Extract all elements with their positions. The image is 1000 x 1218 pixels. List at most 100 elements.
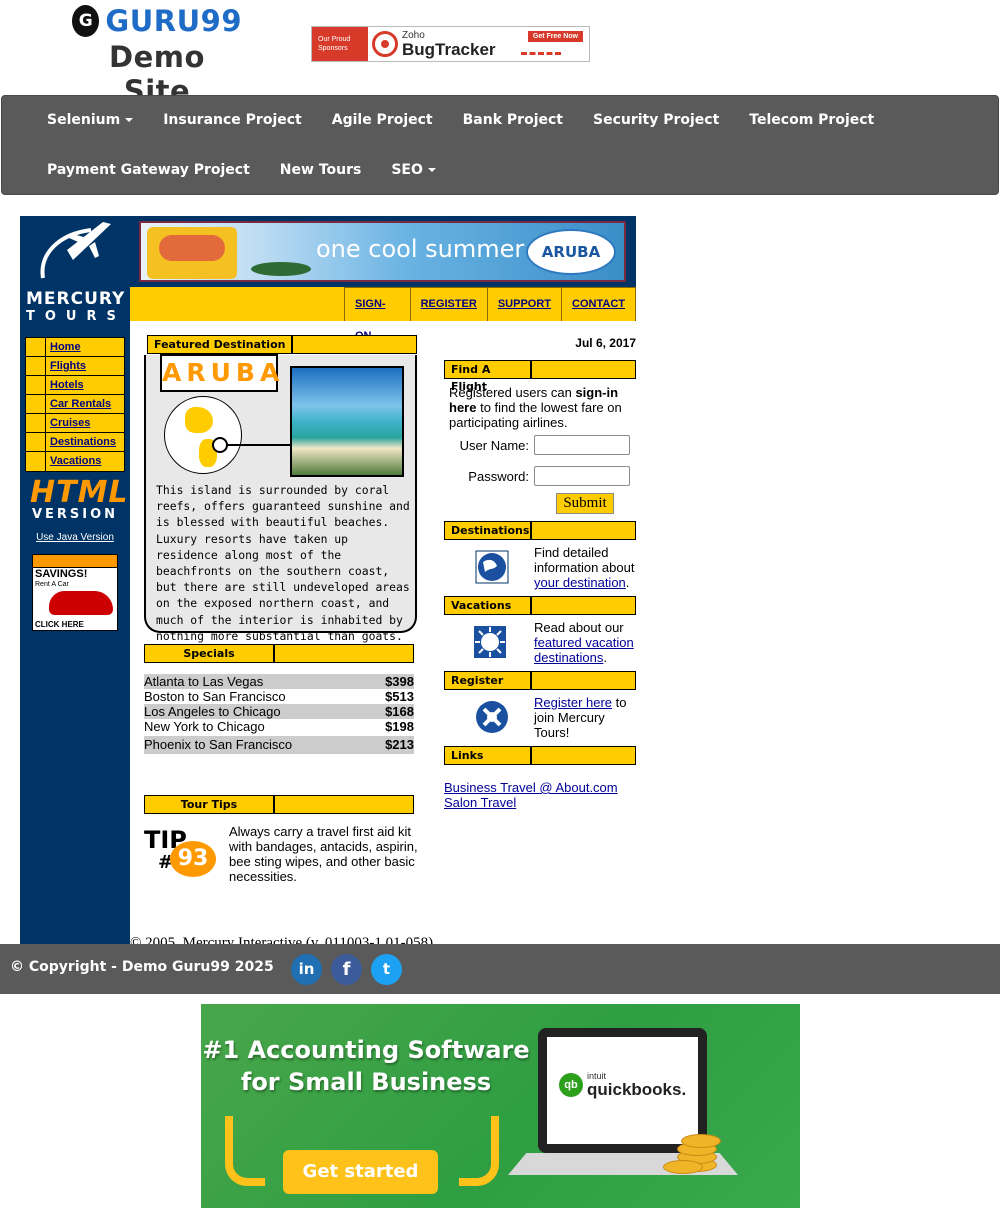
- car-icon: [49, 591, 113, 615]
- register-text: Register here to join Mercury Tours!: [534, 695, 627, 740]
- nav-new-tours[interactable]: New Tours: [265, 154, 377, 187]
- section-title: Register: [445, 672, 532, 689]
- top-links-bar: SIGN-ON REGISTER SUPPORT CONTACT: [130, 287, 636, 342]
- password-input[interactable]: [534, 466, 630, 486]
- guru99-logo-icon: G: [72, 5, 100, 37]
- link-register[interactable]: REGISTER: [411, 288, 488, 321]
- section-title: Destinations: [445, 522, 532, 539]
- sponsor-banner[interactable]: Our Proud Sponsors Zoho BugTracker Get F…: [311, 26, 590, 62]
- quickbooks-logo: qb intuit quickbooks.: [559, 1071, 686, 1098]
- nav-security-project[interactable]: Security Project: [578, 104, 734, 137]
- register-header: Register: [444, 671, 636, 690]
- sponsor-cta-button[interactable]: Get Free Now: [527, 31, 583, 42]
- coins-icon: [663, 1122, 725, 1174]
- featured-description: This island is surrounded by coral reefs…: [156, 483, 410, 643]
- beach-photo: [290, 366, 404, 477]
- menu-bullet: [26, 376, 46, 394]
- location-pin-icon: [212, 437, 228, 453]
- footer-copyright: © Copyright - Demo Guru99 2025: [10, 959, 274, 975]
- side-menu-item-flights: Flights: [26, 357, 124, 376]
- guru99-logo[interactable]: G GURU99 Demo Site: [72, 4, 242, 108]
- mercury-tours-logo[interactable]: MERCURY TOURS: [25, 220, 125, 324]
- side-menu-item-home: Home: [26, 338, 124, 357]
- link-sign-on[interactable]: SIGN-ON: [345, 288, 411, 342]
- arrow-icon: [459, 1116, 499, 1186]
- arrow-icon: [225, 1116, 265, 1186]
- nav-row-1: Selenium Insurance Project Agile Project…: [32, 104, 889, 137]
- table-row: New York to Chicago $198: [144, 719, 414, 734]
- side-menu: Home Flights Hotels Car Rentals Cruises …: [25, 337, 125, 472]
- section-title: Specials: [145, 645, 275, 662]
- table-row: Atlanta to Las Vegas $398: [144, 674, 414, 689]
- table-row: Boston to San Francisco $513: [144, 689, 414, 704]
- featured-destination-name: ARUBA: [160, 354, 279, 392]
- your-destination-link[interactable]: your destination: [534, 575, 626, 590]
- section-title: Links: [445, 747, 532, 764]
- specials-header: Specials: [144, 644, 414, 663]
- top-banner: one cool summer ARUBA: [130, 216, 636, 287]
- find-flight-header: Find A Flight: [444, 360, 636, 393]
- link-salon-travel[interactable]: Salon Travel: [444, 795, 636, 810]
- side-link-hotels[interactable]: Hotels: [46, 376, 124, 394]
- vacations-header: Vacations: [444, 596, 636, 615]
- java-version-link[interactable]: Use Java Version: [20, 532, 130, 543]
- side-link-car-rentals[interactable]: Car Rentals: [46, 395, 124, 413]
- link-support[interactable]: SUPPORT: [488, 288, 563, 321]
- caret-down-icon: [125, 118, 134, 122]
- link-business-travel[interactable]: Business Travel @ About.com: [444, 780, 636, 795]
- sponsor-label: Our Proud Sponsors: [312, 27, 368, 61]
- sponsor-product: BugTracker: [402, 40, 496, 59]
- html-version-badge: HTML VERSION: [30, 475, 129, 522]
- side-link-destinations[interactable]: Destinations: [46, 433, 124, 451]
- nav-agile-project[interactable]: Agile Project: [317, 104, 448, 137]
- ad-headline: #1 Accounting Software for Small Busines…: [202, 1036, 530, 1096]
- car-rental-ad[interactable]: SAVINGS! Rent A Car CLICK HERE: [32, 554, 118, 631]
- quickbooks-ad[interactable]: #1 Accounting Software for Small Busines…: [201, 1004, 800, 1208]
- featured-vacation-link[interactable]: featured vacation destinations: [534, 635, 634, 665]
- link-contact[interactable]: CONTACT: [562, 288, 636, 321]
- banner-photo: [147, 227, 237, 279]
- linkedin-icon[interactable]: in: [291, 954, 322, 985]
- nav-payment-gateway-project[interactable]: Payment Gateway Project: [32, 154, 265, 187]
- brand-name: GURU99: [105, 4, 242, 38]
- menu-bullet: [26, 338, 46, 356]
- get-started-button[interactable]: Get started: [283, 1150, 438, 1194]
- side-menu-item-cruises: Cruises: [26, 414, 124, 433]
- mercury-logo-word: MERCURY: [26, 289, 126, 309]
- tip-text: Always carry a travel first aid kit with…: [229, 824, 418, 884]
- palm-tree-icon: [251, 262, 311, 276]
- nav-insurance-project[interactable]: Insurance Project: [148, 104, 317, 137]
- nav-seo[interactable]: SEO: [376, 154, 451, 187]
- side-link-flights[interactable]: Flights: [46, 357, 124, 375]
- facebook-icon[interactable]: f: [331, 954, 362, 985]
- main-navbar: Selenium Insurance Project Agile Project…: [1, 95, 999, 195]
- pointer-line: [227, 444, 291, 446]
- aruba-banner-ad[interactable]: one cool summer ARUBA: [139, 221, 626, 282]
- side-link-home[interactable]: Home: [46, 338, 124, 356]
- register-here-link[interactable]: Register here: [534, 695, 612, 710]
- current-date: Jul 6, 2017: [575, 336, 636, 350]
- nav-telecom-project[interactable]: Telecom Project: [734, 104, 889, 137]
- nav-bank-project[interactable]: Bank Project: [448, 104, 578, 137]
- menu-bullet: [26, 414, 46, 432]
- submit-button[interactable]: Submit: [556, 493, 614, 514]
- register-icon: [476, 701, 508, 733]
- destinations-header: Destinations: [444, 521, 636, 540]
- nav-selenium[interactable]: Selenium: [32, 104, 148, 137]
- vacations-text: Read about our featured vacation destina…: [534, 620, 634, 665]
- savings-title: SAVINGS!: [35, 568, 88, 580]
- links-list: Business Travel @ About.com Salon Travel: [444, 780, 636, 810]
- links-header: Links: [444, 746, 636, 765]
- savings-subtitle: Rent A Car: [35, 581, 69, 588]
- username-input[interactable]: [534, 435, 630, 455]
- savings-cta: CLICK HERE: [35, 620, 84, 629]
- side-link-cruises[interactable]: Cruises: [46, 414, 124, 432]
- tip-icon: TIP # 93: [144, 828, 216, 880]
- table-row: Los Angeles to Chicago $168: [144, 704, 414, 719]
- twitter-icon[interactable]: t: [371, 954, 402, 985]
- section-title: Featured Destination: [148, 336, 294, 353]
- bug-icon: [372, 31, 398, 57]
- banner-headline: one cool summer: [316, 235, 525, 263]
- tip-number: 93: [170, 841, 216, 877]
- side-link-vacations[interactable]: Vacations: [46, 452, 124, 471]
